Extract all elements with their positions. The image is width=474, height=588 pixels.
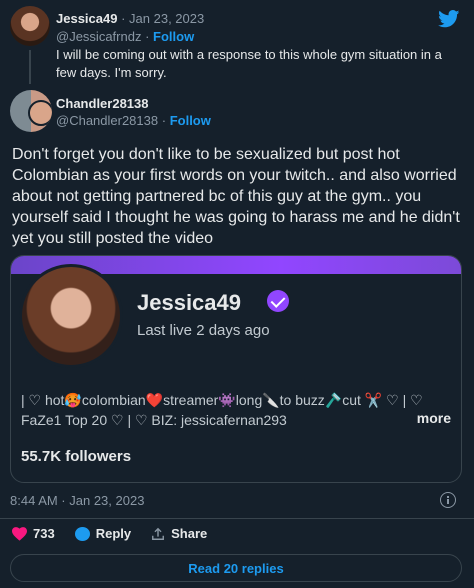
twitter-bird-icon[interactable] — [438, 10, 460, 28]
like-button[interactable]: 733 — [12, 526, 55, 541]
author-name[interactable]: Chandler28138 — [56, 96, 149, 111]
avatar[interactable] — [10, 6, 50, 46]
profile-bio: | ♡ hot🥵colombian❤️streamer👾long🔪to buzz… — [21, 392, 423, 428]
reply-icon — [74, 526, 90, 541]
profile-name[interactable]: Jessica49 — [137, 290, 241, 316]
author-handle[interactable]: @Chandler28138 — [56, 113, 158, 128]
quoted-tweet[interactable]: Jessica49 · Jan 23, 2023 @Jessicafrndz ·… — [0, 0, 474, 88]
heart-icon — [12, 526, 27, 541]
last-live-status: Last live 2 days ago — [137, 322, 270, 339]
share-label: Share — [171, 526, 208, 541]
tweet-timestamp[interactable]: 8:44 AM · Jan 23, 2023 — [10, 493, 144, 508]
more-link[interactable]: more — [417, 410, 451, 426]
reply-label: Reply — [95, 526, 132, 541]
quoted-date[interactable]: Jan 23, 2023 — [129, 11, 204, 26]
read-replies-button[interactable]: Read 20 replies — [10, 554, 462, 582]
verified-icon — [267, 290, 289, 312]
author-handle-row: @Chandler28138 · Follow — [56, 113, 211, 128]
quoted-handle-row: @Jessicafrndz · Follow — [56, 29, 195, 44]
share-button[interactable]: Share — [151, 526, 207, 541]
follower-count: 55.7K followers — [21, 448, 132, 465]
profile-avatar[interactable] — [19, 264, 123, 368]
avatar[interactable] — [10, 90, 52, 132]
reply-button[interactable]: Reply — [74, 526, 132, 541]
follow-button[interactable]: Follow — [170, 113, 211, 128]
thread-line — [29, 50, 31, 84]
like-count: 733 — [33, 526, 55, 541]
quoted-author-name[interactable]: Jessica49 — [56, 11, 117, 26]
divider — [0, 518, 474, 519]
tweet-text: Don't forget you don't like to be sexual… — [12, 146, 460, 247]
quoted-text: I will be coming out with a response to … — [56, 47, 442, 80]
info-icon[interactable] — [440, 492, 456, 508]
quoted-handle[interactable]: @Jessicafrndz — [56, 29, 141, 44]
separator: · — [121, 11, 126, 26]
share-icon — [152, 527, 165, 540]
quoted-header: Jessica49 · Jan 23, 2023 — [56, 11, 204, 26]
action-bar: 733 Reply Share — [12, 526, 207, 541]
follow-button[interactable]: Follow — [153, 29, 194, 44]
twitch-profile-card[interactable]: Jessica49 Last live 2 days ago | ♡ hot🥵c… — [10, 255, 462, 483]
author-name-row: Chandler28138 — [56, 96, 149, 111]
